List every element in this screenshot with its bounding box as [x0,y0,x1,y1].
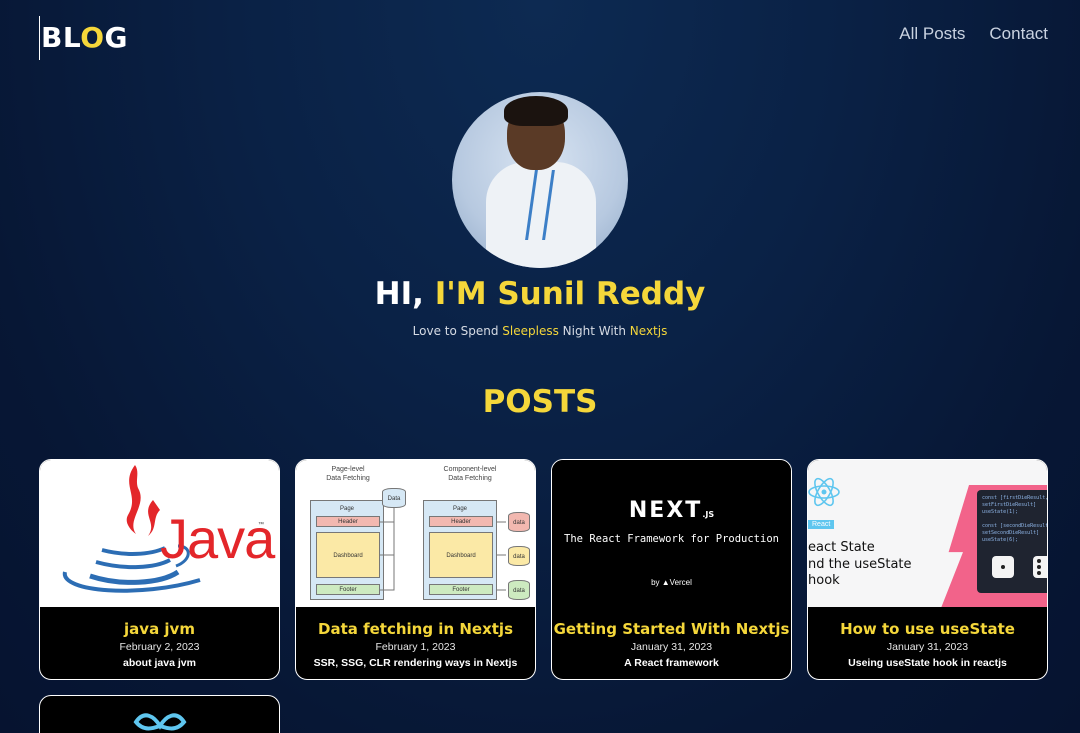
logo-letter: L [62,21,81,54]
post-date: February 2, 2023 [119,641,200,653]
post-thumbnail: NEXT.JS The React Framework for Producti… [552,460,791,607]
nav-link-all-posts[interactable]: All Posts [899,24,965,44]
logo-letter: G [104,21,128,54]
post-info: Data fetching in Nextjs February 1, 2023… [296,607,535,679]
nav-links: All Posts Contact [899,24,1048,44]
vercel-credit: by ▲Vercel [651,578,692,587]
post-description: about java jvm [123,657,196,669]
react-icon [808,477,840,507]
hero-greeting: HI, I'M Sunil Reddy [374,276,706,312]
nextjs-tagline: The React Framework for Production [564,533,779,545]
react-badge: React [808,520,835,529]
post-date: January 31, 2023 [886,641,969,653]
dice-icon [992,556,1014,578]
post-description: SSR, SSG, CLR rendering ways in Nextjs [313,657,518,669]
dice-icon [1033,556,1047,578]
java-wordmark: Java [160,507,275,570]
post-thumbnail: Java ™ [40,460,279,607]
hero-section: HI, I'M Sunil Reddy Love to Spend Sleepl… [0,92,1080,338]
post-thumbnail: Page-level Data Fetching Component-level… [296,460,535,607]
post-title[interactable]: java jvm [40,620,279,638]
usestate-thumbnail-text: eact State nd the useState hook [808,540,912,588]
post-description: Useing useState hook in reactjs [848,657,1007,669]
logo-letter: O [80,21,105,54]
connector-lines [380,508,506,591]
hero-tagline: Love to Spend Sleepless Night With Nextj… [412,324,668,338]
post-date: February 1, 2023 [375,641,456,653]
post-card-usestate[interactable]: React eact State nd the useState hook co… [807,459,1048,680]
post-card-java-jvm[interactable]: Java ™ java jvm February 2, 2023 about j… [39,459,280,680]
post-info: java jvm February 2, 2023 about java jvm [40,607,279,679]
post-title[interactable]: Getting Started With Nextjs [552,620,791,638]
logo-letter: B [41,21,63,54]
post-info: How to use useState January 31, 2023 Use… [808,607,1047,679]
post-card-data-fetching[interactable]: Page-level Data Fetching Component-level… [295,459,536,680]
blog-logo[interactable]: BLOG [39,16,128,60]
avatar [452,92,628,268]
nextjs-logo: NEXT.JS [628,498,715,523]
post-title[interactable]: Data fetching in Nextjs [296,620,535,638]
post-title[interactable]: How to use useState [808,620,1047,638]
post-description: A React framework [624,657,719,669]
nav-link-contact[interactable]: Contact [989,24,1048,44]
navbar: BLOG All Posts Contact [0,0,1080,80]
post-card-partial[interactable] [39,695,280,733]
post-card-getting-started-nextjs[interactable]: NEXT.JS The React Framework for Producti… [551,459,792,680]
posts-heading: POSTS [482,384,598,420]
hero-name: I'M Sunil Reddy [434,276,706,312]
post-date: January 31, 2023 [630,641,713,653]
post-info: Getting Started With Nextjs January 31, … [552,607,791,679]
framer-motion-icon [133,713,187,731]
post-thumbnail: React eact State nd the useState hook co… [808,460,1047,607]
